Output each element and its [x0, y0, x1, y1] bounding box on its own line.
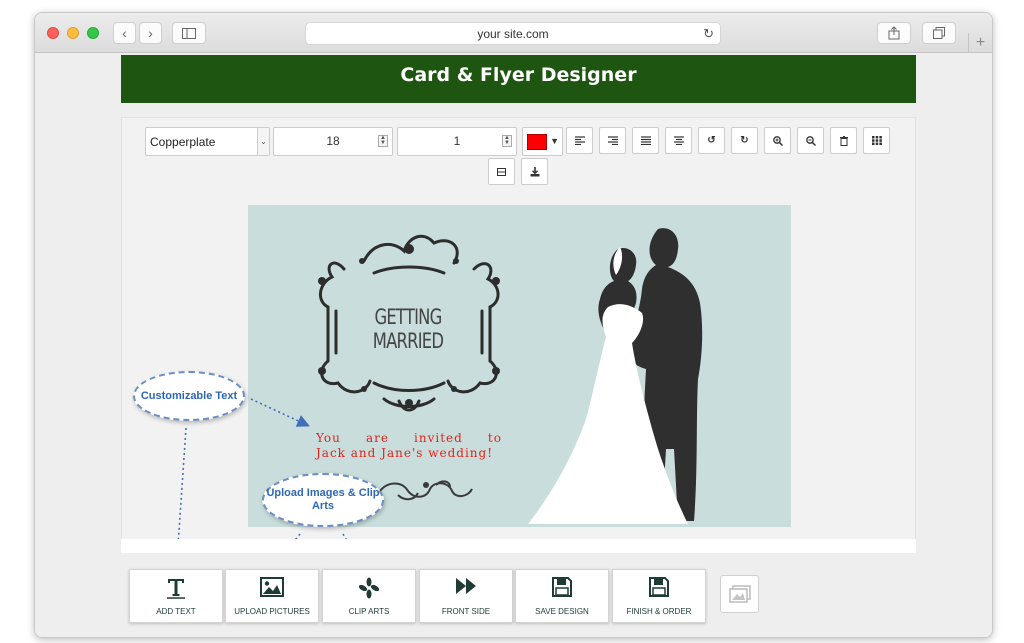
new-tab-button[interactable]: + [968, 33, 992, 53]
zoom-in-button[interactable] [764, 127, 791, 154]
finish-order-button[interactable]: FINISH & ORDER [612, 569, 706, 623]
share-button[interactable] [877, 22, 911, 44]
add-text-label: ADD TEXT [156, 607, 196, 616]
floppy-icon [552, 577, 572, 599]
upload-pictures-label: UPLOAD PICTURES [234, 607, 310, 616]
color-swatch [527, 134, 547, 150]
page-content: Card & Flyer Designer Copperplate ⌄ 18 ▲… [35, 53, 992, 637]
picture-icon [260, 577, 284, 599]
zoom-out-button[interactable] [797, 127, 824, 154]
floppy-icon [649, 577, 669, 599]
tabs-button[interactable] [922, 22, 956, 44]
align-right-icon [607, 136, 618, 145]
address-bar[interactable]: your site.com ↻ [305, 22, 721, 45]
redo-icon: ↻ [740, 135, 749, 146]
upload-pictures-button[interactable]: UPLOAD PICTURES [225, 569, 319, 623]
reload-icon[interactable]: ↻ [703, 26, 714, 42]
chevron-right-icon: › [148, 25, 153, 41]
font-size-value: 18 [326, 134, 340, 148]
minimize-window-button[interactable] [67, 27, 79, 39]
align-right-button[interactable] [599, 127, 626, 154]
share-icon [888, 26, 900, 40]
save-design-button[interactable]: SAVE DESIGN [515, 569, 609, 623]
font-size-input[interactable]: 18 ▲ ▼ [273, 127, 393, 156]
front-side-button[interactable]: FRONT SIDE [419, 569, 513, 623]
browser-titlebar: ‹ › your site.com ↻ + [35, 13, 992, 53]
text-color-picker[interactable]: ▼ [522, 127, 563, 156]
fast-forward-icon [455, 577, 477, 599]
align-center-button[interactable] [665, 127, 692, 154]
align-left-icon [574, 136, 585, 145]
page-title: Card & Flyer Designer [121, 55, 916, 103]
back-button[interactable]: ‹ [113, 22, 136, 44]
undo-button[interactable]: ↺ [698, 127, 725, 154]
browser-window: ‹ › your site.com ↻ + Card & Flyer Desig… [34, 12, 993, 638]
align-center-icon [673, 136, 684, 145]
clipart-icon [358, 577, 380, 599]
align-left-button[interactable] [566, 127, 593, 154]
close-window-button[interactable] [47, 27, 59, 39]
bottom-toolbar: ADD TEXT UPLOAD PICTURES CLIP ARTS FRONT… [121, 553, 916, 637]
maximize-window-button[interactable] [87, 27, 99, 39]
justify-button[interactable] [632, 127, 659, 154]
invite-word: invited [414, 431, 463, 445]
clip-arts-button[interactable]: CLIP ARTS [322, 569, 416, 623]
text-callout: Customizable Text [133, 371, 245, 421]
plus-icon: + [975, 34, 986, 51]
address-text: your site.com [477, 27, 549, 41]
redo-button[interactable]: ↻ [731, 127, 758, 154]
gallery-button[interactable] [720, 575, 759, 613]
card-heading[interactable]: GETTING MARRIED [350, 305, 467, 353]
finish-order-label: FINISH & ORDER [626, 607, 692, 616]
clip-arts-label: CLIP ARTS [348, 607, 390, 616]
chevron-left-icon: ‹ [122, 25, 127, 41]
invite-line-2[interactable]: Jack and Jane's wedding! [316, 446, 506, 460]
grid-icon [871, 136, 882, 145]
zoom-in-icon [772, 135, 783, 146]
couple-silhouette[interactable] [528, 219, 738, 524]
download-button[interactable] [521, 158, 548, 185]
flourish-clipart[interactable] [378, 477, 474, 503]
tabs-icon [933, 27, 945, 39]
line-spacing-value: 1 [453, 134, 461, 148]
caret-down-icon: ▼ [550, 136, 559, 146]
invite-word: You [316, 431, 341, 445]
download-icon [530, 166, 539, 176]
fit-icon [497, 167, 506, 176]
sidebar-icon [182, 27, 196, 39]
stepper-icon[interactable]: ▲ ▼ [502, 135, 512, 147]
section-divider [121, 539, 916, 553]
trash-icon [839, 135, 848, 146]
add-text-button[interactable]: ADD TEXT [129, 569, 223, 623]
upload-callout: Upload Images & Clip Arts [262, 473, 384, 527]
fit-button[interactable] [488, 158, 515, 185]
save-design-label: SAVE DESIGN [535, 607, 589, 616]
delete-button[interactable] [830, 127, 857, 154]
forward-button[interactable]: › [139, 22, 162, 44]
line-spacing-input[interactable]: 1 ▲ ▼ [397, 127, 517, 156]
text-icon [166, 577, 186, 599]
front-side-label: FRONT SIDE [441, 607, 491, 616]
zoom-out-icon [805, 135, 816, 146]
font-family-value: Copperplate [150, 135, 216, 149]
invite-word: to [487, 431, 502, 445]
justify-icon [640, 136, 651, 145]
font-family-select[interactable]: Copperplate ⌄ [145, 127, 270, 156]
invite-line-1[interactable]: You are invited to [316, 431, 502, 445]
sidebar-toggle-button[interactable] [172, 22, 206, 44]
grid-button[interactable] [863, 127, 890, 154]
chevron-down-icon: ⌄ [257, 128, 269, 155]
undo-icon: ↺ [707, 135, 716, 146]
gallery-icon [728, 585, 751, 603]
invite-word: are [365, 431, 389, 445]
stepper-icon[interactable]: ▲ ▼ [378, 135, 388, 147]
